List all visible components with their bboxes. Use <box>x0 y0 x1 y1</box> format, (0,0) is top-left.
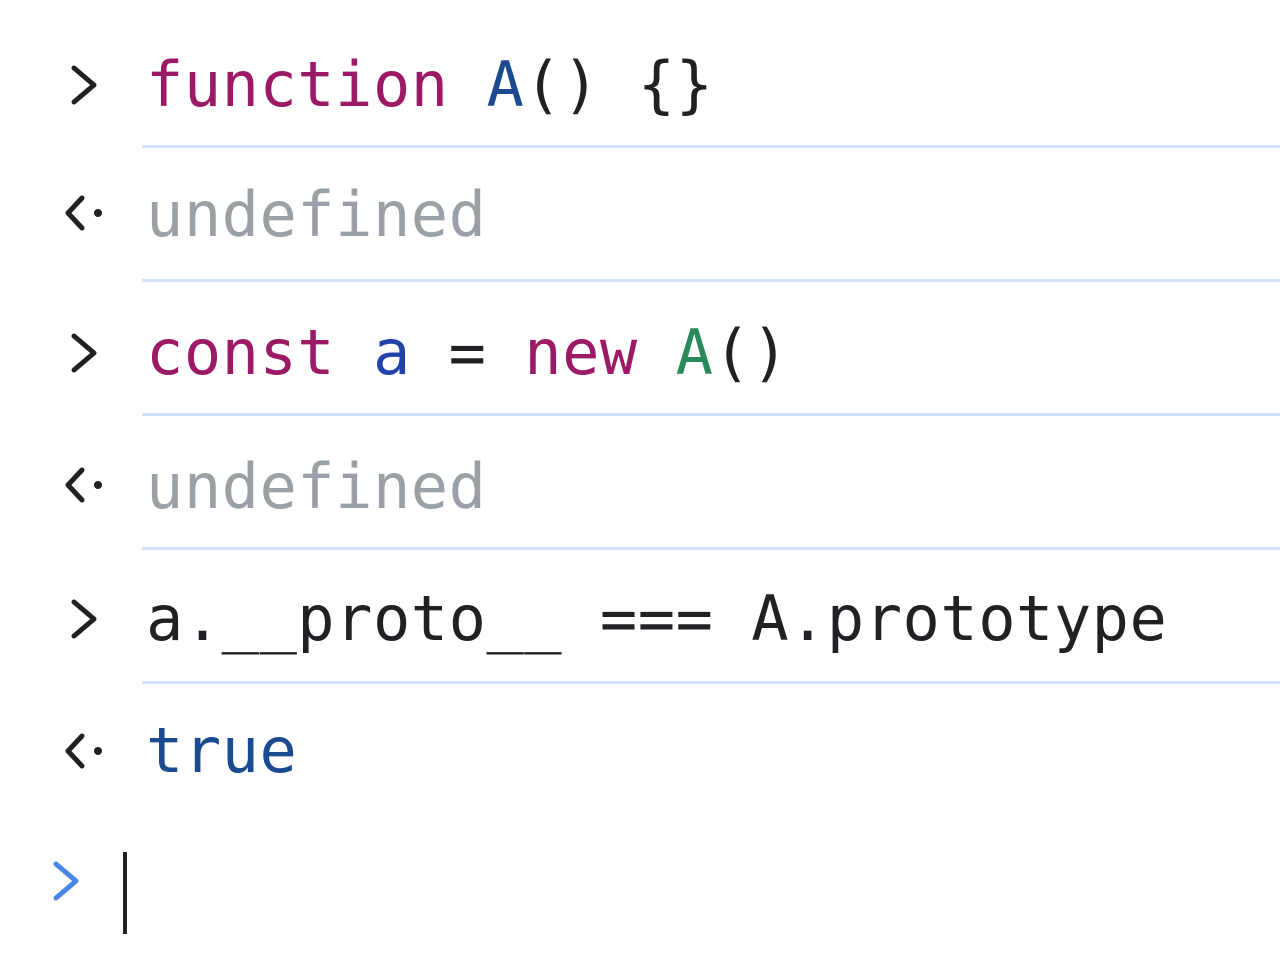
token-keyword: const <box>146 316 336 389</box>
console-input-entry: a.__proto__ === A.prototype <box>0 550 1280 684</box>
return-arrow-icon <box>65 733 102 769</box>
console-result-value: undefined <box>146 450 487 523</box>
console-result-value: true <box>146 714 298 787</box>
console-input-code[interactable]: function A() {} <box>146 54 713 116</box>
token-function-name: A <box>486 48 525 121</box>
token-keyword: new <box>524 316 638 389</box>
console-result-entry: undefined <box>0 416 1280 550</box>
token-punct: {} <box>637 48 714 121</box>
console-result-entry: true <box>0 684 1280 818</box>
chevron-right-icon <box>53 861 79 901</box>
token-punct: () <box>713 316 790 389</box>
return-arrow-icon <box>65 467 102 503</box>
console-input-entry: const a = new A() <box>0 282 1280 416</box>
chevron-right-icon <box>71 65 97 105</box>
token-punct: () <box>524 48 600 121</box>
chevron-right-icon <box>71 333 97 373</box>
console-input-code[interactable]: a.__proto__ === A.prototype <box>146 588 1167 650</box>
console-input-entry: function A() {} <box>0 14 1280 148</box>
token-constructor: A <box>675 316 714 389</box>
token-expression: a.__proto__ === A.prototype <box>146 582 1168 655</box>
token-keyword: function <box>146 48 449 121</box>
chevron-right-icon <box>71 599 97 639</box>
devtools-console: function A() {} undefined const a = new … <box>0 0 1280 954</box>
console-result-value: undefined <box>146 178 487 251</box>
return-arrow-icon <box>65 195 102 231</box>
token-variable: a <box>372 316 411 389</box>
console-result-entry: undefined <box>0 148 1280 282</box>
console-input-caret[interactable] <box>123 852 127 934</box>
token-operator: = <box>410 316 525 389</box>
console-input-code[interactable]: const a = new A() <box>146 322 789 384</box>
